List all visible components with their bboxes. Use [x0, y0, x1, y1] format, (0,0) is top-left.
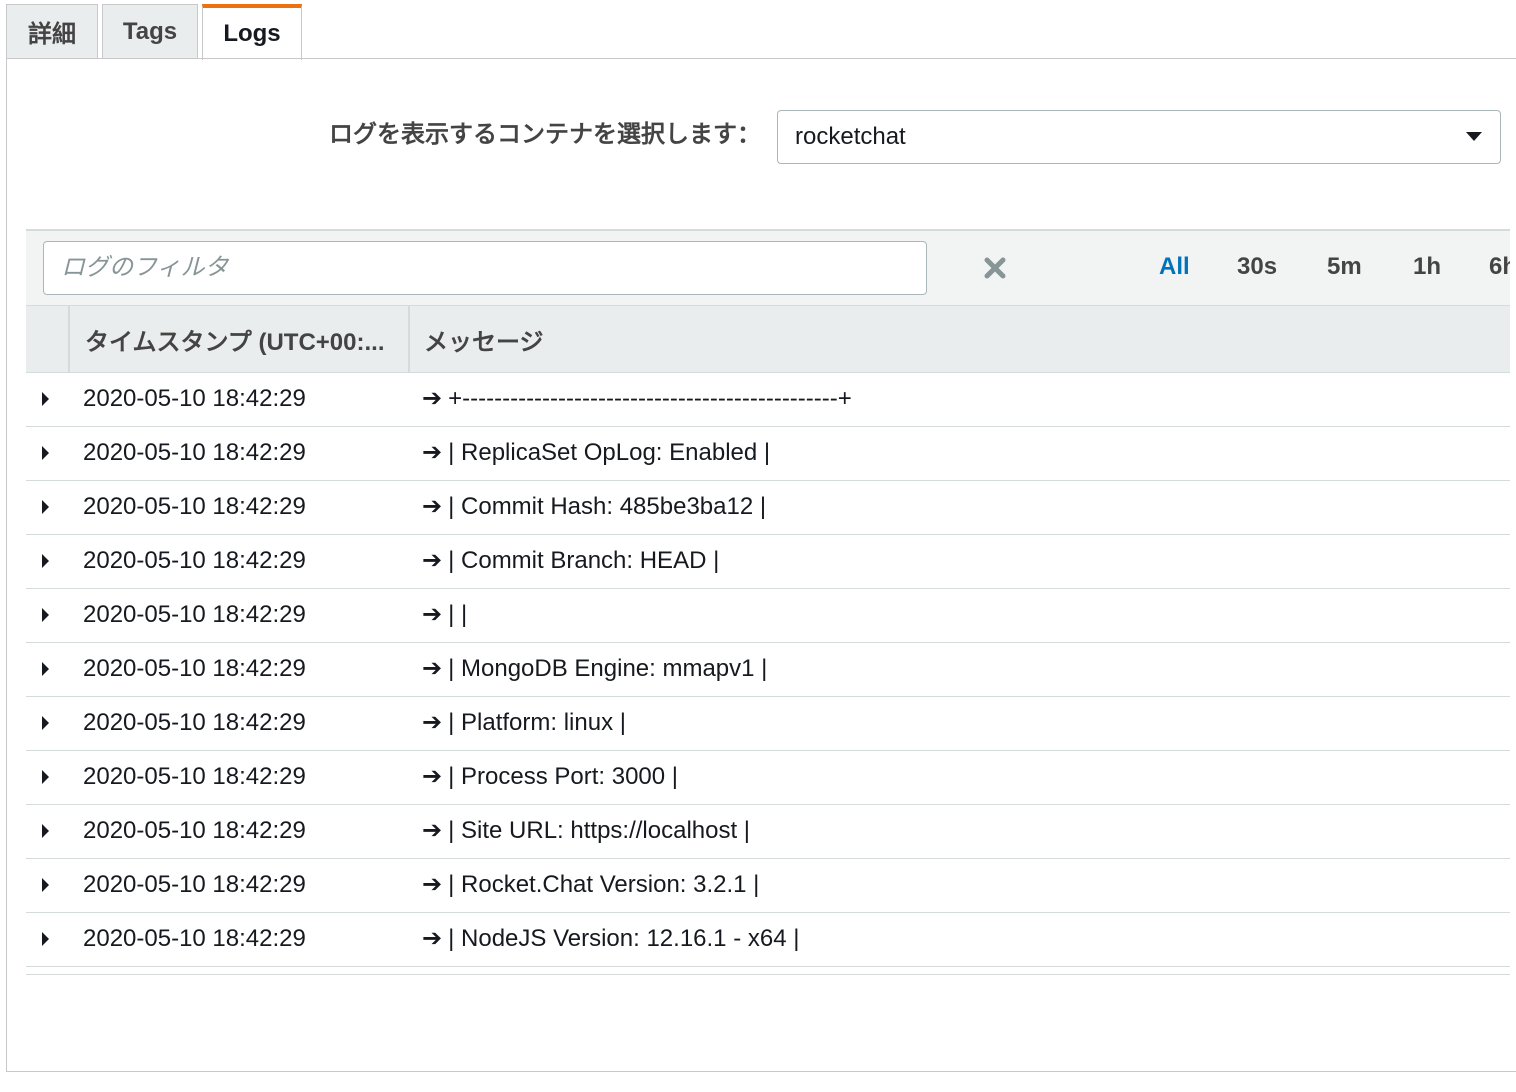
expand-column-header [26, 306, 70, 372]
log-filter-input[interactable] [43, 241, 927, 295]
table-bottom-divider [26, 974, 1510, 975]
table-row[interactable]: 2020-05-10 18:42:29 ➔ +------------------… [26, 373, 1510, 427]
table-row[interactable]: 2020-05-10 18:42:29 ➔ | Process Port: 300… [26, 751, 1510, 805]
table-row[interactable]: 2020-05-10 18:42:29 ➔ | NodeJS Version: 1… [26, 913, 1510, 967]
container-select-label: ログを表示するコンテナを選択します： [329, 121, 761, 148]
range-1h[interactable]: 1h [1413, 251, 1441, 283]
row-message-text: | MongoDB Engine: mmapv1 | [448, 655, 768, 682]
table-row[interactable]: 2020-05-10 18:42:29 ➔ | Site URL: https:/… [26, 805, 1510, 859]
row-timestamp: 2020-05-10 18:42:29 [83, 601, 306, 628]
row-message: ➔ | | [422, 589, 467, 641]
arrow-right-icon: ➔ [422, 601, 443, 628]
range-all[interactable]: All [1159, 251, 1190, 283]
table-row[interactable]: 2020-05-10 18:42:29 ➔ | ReplicaSet OpLog:… [26, 427, 1510, 481]
row-message-text: +---------------------------------------… [448, 385, 852, 412]
table-row[interactable]: 2020-05-10 18:42:29 ➔ | Commit Hash: 485b… [26, 481, 1510, 535]
range-5m[interactable]: 5m [1327, 251, 1362, 283]
caret-right-icon[interactable] [42, 500, 49, 514]
container-select-value: rocketchat [795, 123, 906, 150]
row-timestamp: 2020-05-10 18:42:29 [83, 709, 306, 736]
log-viewer: All 30s 5m 1h 6h タイムスタンプ (UTC+00:... メッセ… [26, 229, 1510, 973]
row-message: ➔ | ReplicaSet OpLog: Enabled | [422, 427, 770, 479]
row-message-text: | Rocket.Chat Version: 3.2.1 | [448, 871, 760, 898]
log-table-header: タイムスタンプ (UTC+00:... メッセージ [26, 305, 1510, 373]
table-row[interactable]: 2020-05-10 18:42:29 ➔ | Commit Branch: HE… [26, 535, 1510, 589]
row-message: ➔ | Site URL: https://localhost | [422, 805, 750, 857]
arrow-right-icon: ➔ [422, 871, 443, 898]
tab-logs[interactable]: Logs [202, 4, 302, 60]
row-timestamp: 2020-05-10 18:42:29 [83, 493, 306, 520]
range-30s[interactable]: 30s [1237, 251, 1277, 283]
caret-right-icon[interactable] [42, 770, 49, 784]
row-message-text: | Commit Branch: HEAD | [448, 547, 720, 574]
row-message-text: | Process Port: 3000 | [448, 763, 679, 790]
row-message: ➔ | NodeJS Version: 12.16.1 - x64 | [422, 913, 799, 965]
message-column-header[interactable]: メッセージ [410, 306, 1510, 372]
row-timestamp: 2020-05-10 18:42:29 [83, 871, 306, 898]
caret-right-icon[interactable] [42, 824, 49, 838]
row-message: ➔ | Commit Branch: HEAD | [422, 535, 719, 587]
log-table-body: 2020-05-10 18:42:29 ➔ +------------------… [26, 373, 1510, 967]
row-timestamp: 2020-05-10 18:42:29 [83, 385, 306, 412]
row-timestamp: 2020-05-10 18:42:29 [83, 817, 306, 844]
table-row[interactable]: 2020-05-10 18:42:29 ➔ | Platform: linux | [26, 697, 1510, 751]
arrow-right-icon: ➔ [422, 763, 443, 790]
arrow-right-icon: ➔ [422, 547, 443, 574]
arrow-right-icon: ➔ [422, 655, 443, 682]
arrow-right-icon: ➔ [422, 493, 443, 520]
row-timestamp: 2020-05-10 18:42:29 [83, 547, 306, 574]
row-message-text: | Commit Hash: 485be3ba12 | [448, 493, 767, 520]
caret-down-icon [1466, 132, 1482, 141]
row-message-text: | Platform: linux | [448, 709, 626, 736]
table-row[interactable]: 2020-05-10 18:42:29 ➔ | Rocket.Chat Versi… [26, 859, 1510, 913]
row-message: ➔ | MongoDB Engine: mmapv1 | [422, 643, 767, 695]
arrow-right-icon: ➔ [422, 709, 443, 736]
caret-right-icon[interactable] [42, 554, 49, 568]
caret-right-icon[interactable] [42, 878, 49, 892]
row-timestamp: 2020-05-10 18:42:29 [83, 763, 306, 790]
caret-right-icon[interactable] [42, 932, 49, 946]
arrow-right-icon: ➔ [422, 385, 443, 412]
caret-right-icon[interactable] [42, 446, 49, 460]
tab-bar: 詳細 Tags Logs [6, 4, 302, 60]
caret-right-icon[interactable] [42, 716, 49, 730]
row-message-text: | NodeJS Version: 12.16.1 - x64 | [448, 925, 800, 952]
arrow-right-icon: ➔ [422, 817, 443, 844]
row-timestamp: 2020-05-10 18:42:29 [83, 655, 306, 682]
container-select[interactable]: rocketchat [777, 110, 1501, 164]
timestamp-column-header[interactable]: タイムスタンプ (UTC+00:... [70, 306, 410, 372]
close-icon[interactable] [982, 255, 1008, 281]
caret-right-icon[interactable] [42, 392, 49, 406]
row-message: ➔ | Rocket.Chat Version: 3.2.1 | [422, 859, 759, 911]
caret-right-icon[interactable] [42, 608, 49, 622]
row-message-text: | ReplicaSet OpLog: Enabled | [448, 439, 771, 466]
arrow-right-icon: ➔ [422, 439, 443, 466]
row-message: ➔ | Process Port: 3000 | [422, 751, 678, 803]
row-message: ➔ | Platform: linux | [422, 697, 626, 749]
tab-tags[interactable]: Tags [102, 4, 198, 58]
arrow-right-icon: ➔ [422, 925, 443, 952]
tab-details[interactable]: 詳細 [6, 4, 98, 58]
row-message: ➔ +--------------------------------------… [422, 373, 852, 425]
range-6h[interactable]: 6h [1489, 251, 1510, 283]
row-message-text: | | [448, 601, 468, 628]
log-filter-bar: All 30s 5m 1h 6h [26, 229, 1510, 305]
row-timestamp: 2020-05-10 18:42:29 [83, 925, 306, 952]
row-message-text: | Site URL: https://localhost | [448, 817, 751, 844]
table-row[interactable]: 2020-05-10 18:42:29 ➔ | | [26, 589, 1510, 643]
caret-right-icon[interactable] [42, 662, 49, 676]
row-message: ➔ | Commit Hash: 485be3ba12 | [422, 481, 766, 533]
table-row[interactable]: 2020-05-10 18:42:29 ➔ | MongoDB Engine: m… [26, 643, 1510, 697]
row-timestamp: 2020-05-10 18:42:29 [83, 439, 306, 466]
